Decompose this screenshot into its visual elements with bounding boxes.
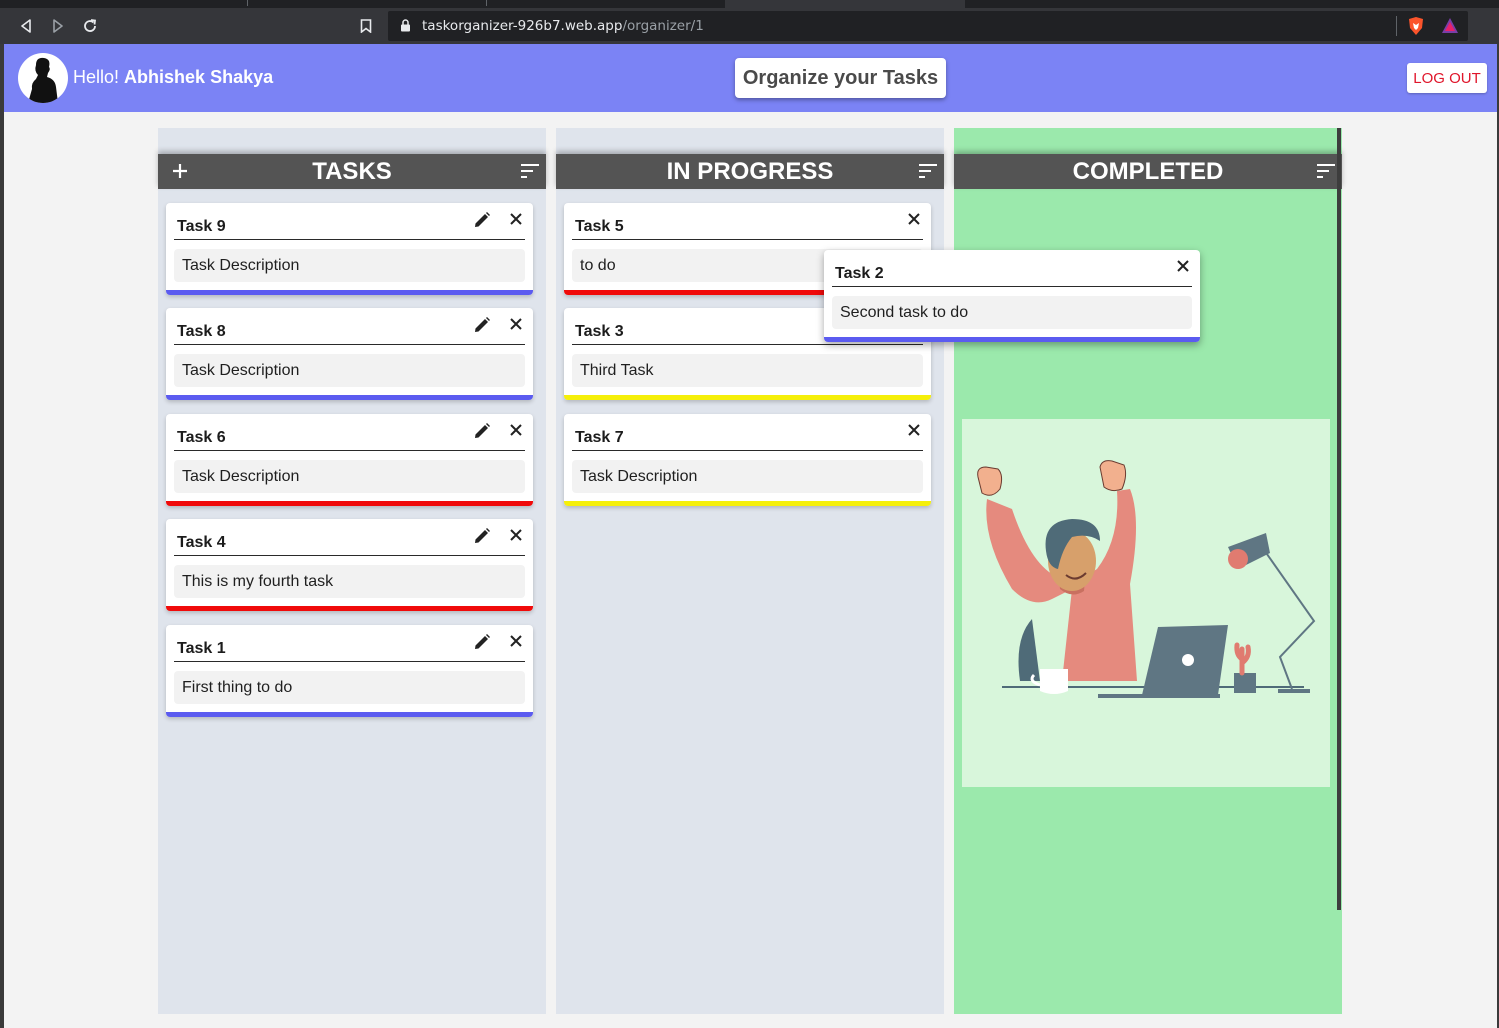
task-card[interactable]: Task 4 This is my fourth task — [166, 519, 533, 611]
brave-rewards-icon[interactable] — [1441, 17, 1459, 35]
lock-icon — [401, 19, 410, 32]
user-name: Abhishek Shakya — [124, 67, 274, 87]
divider — [832, 286, 1192, 287]
task-card[interactable]: Task 9 Task Description — [166, 203, 533, 295]
task-card[interactable]: Task 7 Task Description — [564, 414, 931, 506]
address-bar[interactable]: taskorganizer-926b7.web.app/organizer/1 — [388, 11, 1468, 41]
task-card[interactable]: Task 1 First thing to do — [166, 625, 533, 717]
sort-icon[interactable] — [1316, 163, 1336, 179]
app-header: Hello! Abhishek Shakya Organize your Tas… — [4, 44, 1497, 112]
forward-button[interactable] — [46, 14, 70, 38]
column-title: IN PROGRESS — [666, 157, 834, 185]
divider — [174, 450, 525, 451]
avatar[interactable] — [18, 53, 68, 103]
divider — [572, 239, 923, 240]
bookmark-icon — [360, 19, 372, 33]
tab-divider — [247, 0, 248, 6]
close-icon[interactable] — [509, 528, 523, 542]
reload-button[interactable] — [78, 14, 102, 38]
priority-bar — [166, 606, 533, 611]
page-title: Organize your Tasks — [735, 58, 946, 98]
greeting-text: Hello! — [73, 67, 120, 87]
task-title: Task 7 — [575, 429, 624, 446]
add-task-icon[interactable] — [170, 161, 190, 181]
url-text: taskorganizer-926b7.web.app/organizer/1 — [422, 18, 704, 34]
celebration-illustration — [962, 419, 1330, 787]
reload-icon — [84, 19, 97, 32]
browser-tabstrip — [0, 0, 1499, 8]
task-description: Second task to do — [832, 296, 1192, 329]
forward-icon — [53, 19, 63, 33]
task-title: Task 2 — [835, 265, 884, 282]
user-silhouette-icon — [28, 57, 58, 103]
divider — [572, 450, 923, 451]
brave-shield-icon[interactable] — [1407, 16, 1425, 36]
sort-icon[interactable] — [520, 163, 540, 179]
column-tasks: TASKS Task 9 Task Description Task 8 Tas… — [158, 128, 546, 1014]
divider — [174, 239, 525, 240]
task-title: Task 3 — [575, 323, 624, 340]
address-divider — [1396, 16, 1397, 36]
task-title: Task 5 — [575, 218, 624, 235]
url-host: taskorganizer-926b7.web.app — [422, 18, 623, 34]
divider — [174, 555, 525, 556]
task-title: Task 8 — [177, 323, 226, 340]
priority-bar — [564, 501, 931, 506]
greeting: Hello! Abhishek Shakya — [73, 67, 273, 88]
task-title: Task 9 — [177, 218, 226, 235]
window-edge — [0, 44, 4, 1028]
task-title: Task 1 — [177, 640, 226, 657]
priority-bar — [166, 501, 533, 506]
priority-bar — [166, 712, 533, 717]
task-description: First thing to do — [174, 671, 525, 704]
task-title: Task 6 — [177, 429, 226, 446]
close-icon[interactable] — [1176, 259, 1190, 273]
back-button[interactable] — [14, 14, 38, 38]
column-header: COMPLETED — [954, 154, 1342, 189]
dragging-task-card[interactable]: Task 2 Second task to do — [824, 250, 1200, 342]
task-card[interactable]: Task 6 Task Description — [166, 414, 533, 506]
task-description: Task Description — [174, 249, 525, 282]
column-header: TASKS — [158, 154, 546, 189]
close-icon[interactable] — [509, 317, 523, 331]
edit-icon[interactable] — [473, 316, 491, 334]
task-description: Task Description — [174, 354, 525, 387]
divider — [174, 661, 525, 662]
priority-bar — [166, 395, 533, 400]
priority-bar — [564, 395, 931, 400]
task-description: Task Description — [572, 460, 923, 493]
priority-bar — [166, 290, 533, 295]
column-title: COMPLETED — [1072, 157, 1224, 185]
logout-button[interactable]: LOG OUT — [1407, 63, 1487, 93]
close-icon[interactable] — [509, 423, 523, 437]
browser-toolbar: taskorganizer-926b7.web.app/organizer/1 — [0, 8, 1499, 44]
edit-icon[interactable] — [473, 633, 491, 651]
sort-icon[interactable] — [918, 163, 938, 179]
column-scrollbar[interactable] — [1337, 128, 1341, 910]
close-icon[interactable] — [509, 634, 523, 648]
edit-icon[interactable] — [473, 211, 491, 229]
priority-bar — [824, 337, 1200, 342]
close-icon[interactable] — [907, 423, 921, 437]
task-title: Task 4 — [177, 534, 226, 551]
task-card[interactable]: Task 8 Task Description — [166, 308, 533, 400]
column-header: IN PROGRESS — [556, 154, 944, 189]
task-description: This is my fourth task — [174, 565, 525, 598]
edit-icon[interactable] — [473, 527, 491, 545]
edit-icon[interactable] — [473, 422, 491, 440]
close-icon[interactable] — [509, 212, 523, 226]
task-description: Task Description — [174, 460, 525, 493]
url-path: /organizer/1 — [622, 18, 704, 34]
task-description: Third Task — [572, 354, 923, 387]
close-icon[interactable] — [907, 212, 921, 226]
column-title: TASKS — [312, 157, 392, 185]
tab-divider — [486, 0, 487, 6]
divider — [572, 344, 923, 345]
divider — [174, 344, 525, 345]
bookmark-button[interactable] — [354, 14, 378, 38]
celebrating-person-illustration — [977, 460, 1316, 698]
browser-tab-active[interactable] — [725, 0, 965, 8]
back-icon — [21, 19, 31, 33]
